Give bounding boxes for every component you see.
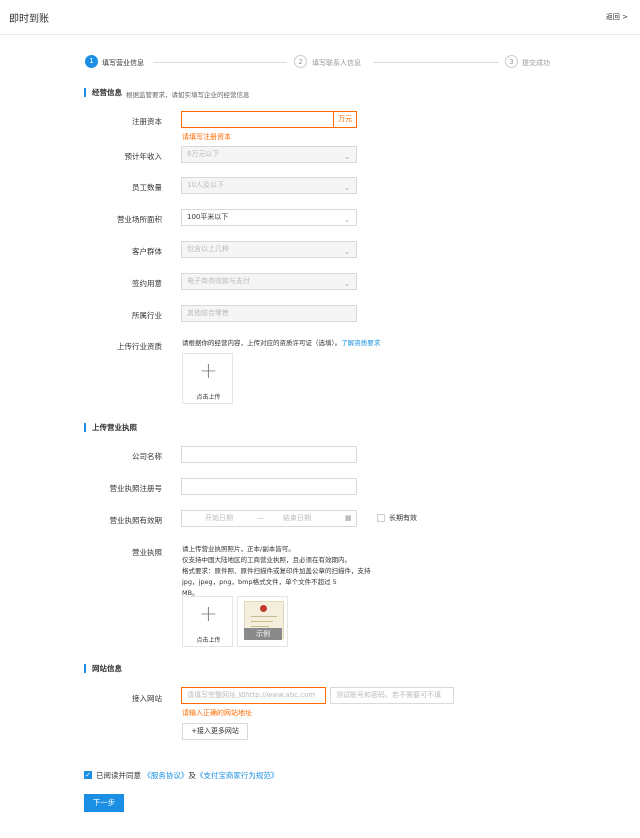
capital-label: 注册资本 bbox=[132, 117, 162, 126]
section-license-title: 上传营业执照 bbox=[84, 423, 137, 432]
license-photo-hints: 请上传营业执照照片，正本/副本皆可。 仅支持中国大陆地区的工商营业执照，且必须在… bbox=[182, 544, 362, 566]
company-input[interactable] bbox=[181, 446, 357, 463]
hint-line: 请上传营业执照照片，正本/副本皆可。 bbox=[182, 545, 295, 553]
calendar-icon[interactable]: ▦ bbox=[345, 511, 352, 526]
start-date-placeholder[interactable]: 开始日期 bbox=[205, 511, 233, 526]
resources-label: 上传行业资质 bbox=[117, 342, 162, 351]
service-agreement-link[interactable]: 《服务协议》 bbox=[143, 771, 188, 780]
step-1-label: 填写营业信息 bbox=[102, 59, 144, 67]
industry-field: 其他综合零售 bbox=[181, 305, 357, 322]
purpose-select: 电子商务收款与支付 ⌄ bbox=[181, 273, 357, 290]
date-separator: — bbox=[257, 514, 264, 522]
upload-label: 点击上传 bbox=[196, 637, 221, 644]
agreement-text: 已阅读并同意 《服务协议》及《支付宝商家行为规范》 bbox=[96, 770, 278, 781]
validity-date-range[interactable]: 开始日期 — 结束日期 ▦ bbox=[181, 510, 357, 527]
add-website-button[interactable]: +接入更多网站 bbox=[182, 723, 248, 740]
decorative-line bbox=[251, 621, 273, 622]
back-link[interactable]: 返回 > bbox=[606, 12, 628, 22]
resources-upload[interactable]: + 点击上传 bbox=[182, 353, 233, 404]
income-select: 8万元以下 ⌄ bbox=[181, 146, 357, 163]
validity-label: 营业执照有效期 bbox=[109, 516, 163, 525]
long-term-label: 长期有效 bbox=[389, 514, 417, 522]
purpose-label: 签约用意 bbox=[132, 279, 162, 288]
license-example[interactable]: 示例 bbox=[237, 596, 288, 647]
company-label: 公司名称 bbox=[132, 452, 162, 461]
section-website-title: 网站信息 bbox=[84, 664, 122, 673]
step-divider bbox=[153, 62, 287, 63]
license-upload[interactable]: + 点击上传 bbox=[182, 596, 233, 647]
next-button[interactable]: 下一步 bbox=[84, 794, 124, 812]
upload-label: 点击上传 bbox=[196, 394, 221, 401]
agreement-checkbox[interactable]: ✓ bbox=[84, 771, 92, 779]
industry-label: 所属行业 bbox=[132, 311, 162, 320]
plus-icon: + bbox=[199, 359, 218, 384]
merchant-rules-link[interactable]: 《支付宝商家行为规范》 bbox=[196, 771, 279, 780]
step-2-circle: 2 bbox=[294, 55, 307, 68]
income-label: 预计年收入 bbox=[124, 152, 163, 161]
capital-input[interactable] bbox=[181, 111, 334, 128]
step-3-label: 提交成功 bbox=[522, 59, 550, 67]
long-term-checkbox[interactable] bbox=[377, 514, 385, 522]
chevron-down-icon: ⌄ bbox=[344, 216, 350, 224]
agreement-conj: 及 bbox=[188, 771, 196, 780]
chevron-down-icon: ⌄ bbox=[344, 248, 350, 256]
section-business-title: 经营信息 bbox=[84, 88, 122, 97]
step-3-circle: 3 bbox=[505, 55, 518, 68]
plus-icon: + bbox=[199, 602, 218, 627]
capital-unit: 万元 bbox=[333, 111, 357, 128]
step-divider bbox=[373, 62, 499, 63]
customers-select: 包含以上几种 ⌄ bbox=[181, 241, 357, 258]
reg-no-input[interactable] bbox=[181, 478, 357, 495]
resources-requirements-link[interactable]: 了解资质要求 bbox=[341, 339, 380, 347]
website-label: 接入网站 bbox=[132, 694, 162, 703]
chevron-down-icon: ⌄ bbox=[344, 280, 350, 288]
top-header: 即时到账 返回 > bbox=[0, 0, 640, 35]
customers-label: 客户群体 bbox=[132, 247, 162, 256]
license-format-hint: 格式要求：原件照、原件扫描件或复印件加盖公章的扫描件，支持jpg，jpeg，pn… bbox=[182, 566, 382, 599]
chevron-down-icon: ⌄ bbox=[344, 184, 350, 192]
employees-select: 10人及以下 ⌄ bbox=[181, 177, 357, 194]
step-2-label: 填写联系人信息 bbox=[312, 59, 361, 67]
decorative-line bbox=[251, 626, 269, 627]
end-date-placeholder[interactable]: 结束日期 bbox=[283, 511, 311, 526]
resources-hint-text: 请根据你的经营内容，上传对应的资质许可证（选填）。 bbox=[182, 339, 342, 347]
area-select[interactable]: 100平米以下 ⌄ bbox=[181, 209, 357, 226]
hint-line: 格式要求：原件照、原件扫描件或复印件加盖公章的扫描件，支持jpg，jpeg，pn… bbox=[182, 567, 371, 586]
decorative-line bbox=[251, 616, 277, 617]
example-label: 示例 bbox=[244, 628, 282, 640]
area-label: 营业场所面积 bbox=[117, 215, 162, 224]
reg-no-label: 营业执照注册号 bbox=[109, 484, 163, 493]
resources-hint: 请根据你的经营内容，上传对应的资质许可证（选填）。了解资质要求 bbox=[182, 338, 380, 349]
employees-label: 员工数量 bbox=[132, 183, 162, 192]
capital-error: 请填写注册资本 bbox=[182, 133, 231, 141]
chevron-down-icon: ⌄ bbox=[344, 153, 350, 161]
agreement-prefix: 已阅读并同意 bbox=[96, 771, 141, 780]
section-business-hint: 根据监管要求，请如实填写企业的经营信息 bbox=[126, 91, 250, 99]
hint-line: 仅支持中国大陆地区的工商营业执照，且必须在有效期内。 bbox=[182, 556, 351, 564]
emblem-icon bbox=[260, 605, 267, 612]
page-title: 即时到账 bbox=[9, 14, 49, 25]
website-error: 请输入正确的网站地址 bbox=[182, 709, 252, 717]
license-photo-label: 营业执照 bbox=[132, 548, 162, 557]
website-account-input[interactable]: 测试账号和密码，若不需要可不填 bbox=[330, 687, 454, 704]
step-1-circle: 1 bbox=[85, 55, 98, 68]
website-url-input[interactable]: 请填写完整网址,如http://www.abc.com bbox=[181, 687, 326, 704]
